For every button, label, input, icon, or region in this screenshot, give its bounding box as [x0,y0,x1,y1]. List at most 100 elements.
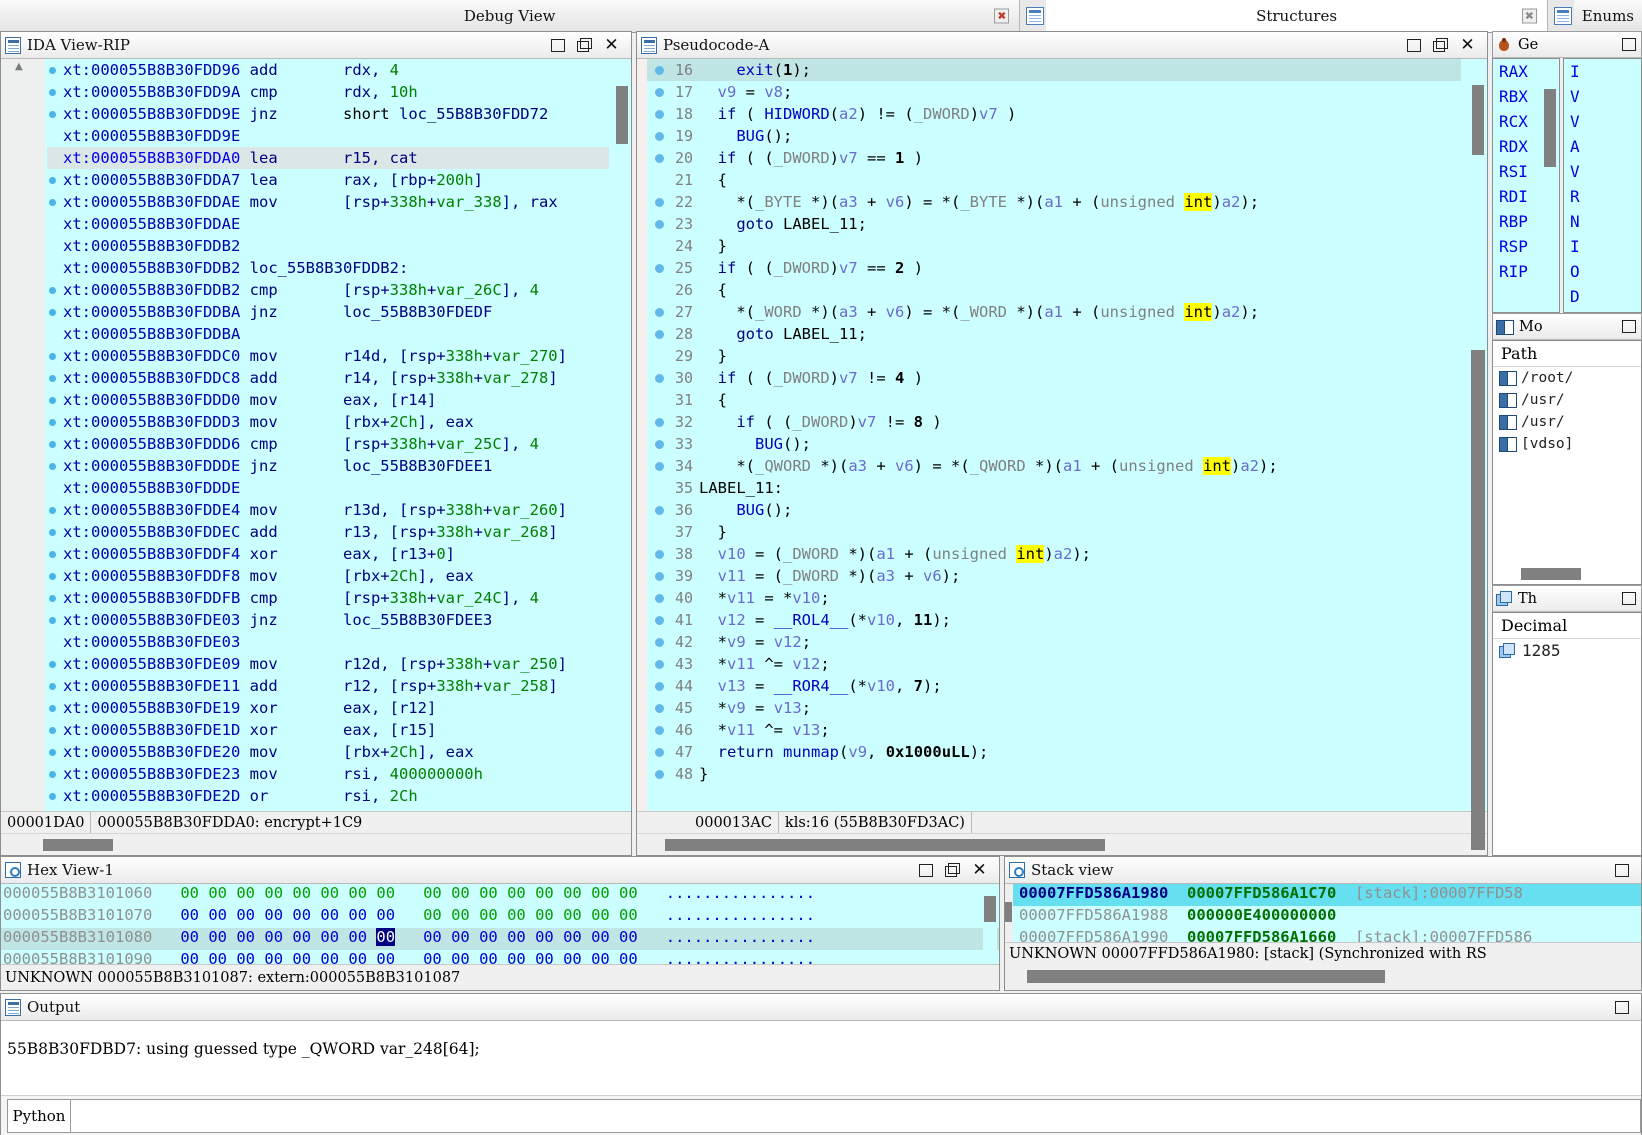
modules-titlebar[interactable]: Mo [1492,313,1642,340]
pseudocode-line[interactable]: *v11 ^= v12; [699,653,1461,675]
modules-minimize-icon[interactable] [1621,319,1636,334]
stack-view-minimize-icon[interactable] [1614,863,1629,878]
pseudocode-line[interactable]: v11 = (_DWORD *)(a3 + v6); [699,565,1461,587]
hex-view-maximize-icon[interactable] [945,862,960,878]
pseudocode-line[interactable]: if ( (_DWORD)v7 == 2 ) [699,257,1461,279]
pseudocode-gutter-row[interactable]: 20 [647,147,699,169]
register-row[interactable]: RDI [1493,184,1559,209]
python-mode-button[interactable]: Python [7,1098,71,1133]
pseudocode-breakpoint-icon[interactable] [655,88,664,97]
pseudocode-gutter-row[interactable]: 28 [647,323,699,345]
disassembly-body[interactable]: ▲ xt:000055B8B30FDD96 add rdx, 4 xt:00005… [1,59,631,811]
modules-hscroll-thumb[interactable] [1521,568,1581,580]
right-dock-scroll-thumb[interactable] [1471,350,1485,850]
pseudocode-line[interactable]: } [699,521,1461,543]
disassembly-line[interactable]: xt:000055B8B30FDDB2 cmp [rsp+338h+var_26… [47,279,609,301]
pseudocode-gutter-row[interactable]: 26 [647,279,699,301]
disassembly-line[interactable]: xt:000055B8B30FDDBA jnz loc_55B8B30FDEDF [47,301,609,323]
threads-body[interactable]: Decimal 1285 [1492,612,1642,856]
pseudocode-line[interactable]: { [699,169,1461,191]
ida-view-titlebar[interactable]: IDA View-RIP ✕ [1,32,631,59]
pseudocode-breakpoint-icon[interactable] [655,110,664,119]
pseudocode-line[interactable]: goto LABEL_11; [699,213,1461,235]
hex-view-titlebar[interactable]: Hex View-1 ✕ [1,857,999,884]
stack-view-titlebar[interactable]: Stack view [1005,857,1641,884]
disassembly-line[interactable]: xt:000055B8B30FDDDE [47,477,609,499]
pseudocode-gutter-row[interactable]: 39 [647,565,699,587]
pseudocode-breakpoint-icon[interactable] [655,264,664,273]
ida-view-maximize-icon[interactable] [577,37,592,53]
register-flag-row[interactable]: R [1564,184,1641,209]
disassembly-vertical-scrollbar[interactable] [615,61,629,809]
threads-row-list[interactable]: 1285 [1493,639,1641,661]
register-name-list[interactable]: RAX RBX RCX RDX RSI RDI RBP RSP RIP [1492,58,1560,313]
register-flag-row[interactable]: N [1564,209,1641,234]
disassembly-line[interactable]: xt:000055B8B30FDDC8 add r14, [rsp+338h+v… [47,367,609,389]
disassembly-line[interactable]: xt:000055B8B30FDDB2 [47,235,609,257]
pseudocode-line[interactable]: BUG(); [699,433,1461,455]
hex-row[interactable]: 000055B8B3101070 00 00 00 00 00 00 00 00… [1,906,999,928]
tab-enums[interactable]: Enums [1573,0,1642,32]
disassembly-hscroll-thumb[interactable] [43,839,113,851]
pseudocode-gutter-row[interactable]: 47 [647,741,699,763]
tab-structures[interactable]: Structures ✖ [1046,0,1548,32]
output-titlebar[interactable]: Output [1,994,1641,1021]
pseudocode-breakpoint-icon[interactable] [655,440,664,449]
stack-row[interactable]: 00007FFD586A1980 00007FFD586A1C70 [stack… [1013,884,1641,906]
disassembly-horizontal-scrollbar[interactable] [1,833,631,855]
threads-minimize-icon[interactable] [1621,591,1636,606]
disassembly-line[interactable]: xt:000055B8B30FDDD6 cmp [rsp+338h+var_25… [47,433,609,455]
pseudocode-breakpoint-icon[interactable] [655,462,664,471]
hex-row[interactable]: 000055B8B3101080 00 00 00 00 00 00 00 00… [1,928,999,950]
pseudocode-gutter-row[interactable]: 40 [647,587,699,609]
hex-row[interactable]: 000055B8B3101060 00 00 00 00 00 00 00 00… [1,884,999,906]
pseudocode-gutter-row[interactable]: 23 [647,213,699,235]
pseudocode-line[interactable]: *(_BYTE *)(a3 + v6) = *(_BYTE *)(a1 + (u… [699,191,1461,213]
disassembly-line[interactable]: xt:000055B8B30FDE11 add r12, [rsp+338h+v… [47,675,609,697]
pseudocode-gutter-row[interactable]: 48 [647,763,699,785]
register-flag-row[interactable]: I [1564,59,1641,84]
module-row[interactable]: /usr/ [1493,389,1641,411]
disassembly-line[interactable]: xt:000055B8B30FDDF8 mov [rbx+2Ch], eax [47,565,609,587]
disassembly-line[interactable]: xt:000055B8B30FDE1D xor eax, [r15] [47,719,609,741]
pseudocode-gutter-row[interactable]: 41 [647,609,699,631]
hex-view-vertical-scrollbar[interactable] [983,886,997,962]
disassembly-line[interactable]: xt:000055B8B30FDDA7 lea rax, [rbp+200h] [47,169,609,191]
register-flag-row[interactable]: V [1564,84,1641,109]
pseudocode-body[interactable]: 16 17 18 19 20 21 22 23 24 25 26 27 28 29 30 31 32 33 34 35… [637,59,1487,811]
pseudocode-gutter-row[interactable]: 24 [647,235,699,257]
pseudocode-breakpoint-icon[interactable] [655,330,664,339]
stack-view-hscroll-thumb[interactable] [1027,970,1385,983]
disassembly-line[interactable]: xt:000055B8B30FDE03 jnz loc_55B8B30FDEE3 [47,609,609,631]
pseudocode-gutter-row[interactable]: 27 [647,301,699,323]
pseudocode-line[interactable]: *(_WORD *)(a3 + v6) = *(_WORD *)(a1 + (u… [699,301,1461,323]
pseudocode-breakpoint-icon[interactable] [655,418,664,427]
disassembly-line[interactable]: xt:000055B8B30FDDE4 mov r13d, [rsp+338h+… [47,499,609,521]
pseudocode-gutter-row[interactable]: 25 [647,257,699,279]
pseudocode-minimize-icon[interactable] [1406,38,1421,53]
hex-view-close-icon[interactable]: ✕ [972,861,987,878]
pseudocode-breakpoint-icon[interactable] [655,704,664,713]
pseudocode-line[interactable]: v9 = v8; [699,81,1461,103]
pseudocode-line[interactable]: } [699,235,1461,257]
modules-body[interactable]: Path /root/ /usr/ /usr/ [vdso] [1492,340,1642,585]
hex-view-scroll-thumb[interactable] [984,896,996,922]
disassembly-line[interactable]: xt:000055B8B30FDE23 mov rsi, 400000000h [47,763,609,785]
pseudocode-gutter-row[interactable]: 38 [647,543,699,565]
disassembly-line[interactable]: xt:000055B8B30FDDAE [47,213,609,235]
disassembly-line[interactable]: xt:000055B8B30FDDA0 lea r15, cat [47,147,609,169]
pseudocode-maximize-icon[interactable] [1433,37,1448,53]
pseudocode-breakpoint-icon[interactable] [655,132,664,141]
disassembly-scroll-thumb[interactable] [616,86,628,144]
pseudocode-breakpoint-icon[interactable] [655,572,664,581]
pseudocode-breakpoint-icon[interactable] [655,308,664,317]
pseudocode-breakpoint-icon[interactable] [655,506,664,515]
register-row[interactable]: RIP [1493,259,1559,284]
thread-row[interactable]: 1285 [1493,639,1641,661]
pseudocode-line[interactable]: *v11 ^= v13; [699,719,1461,741]
pseudocode-line[interactable]: exit(1); [699,59,1461,81]
pseudocode-gutter-row[interactable]: 30 [647,367,699,389]
pseudocode-gutter-row[interactable]: 42 [647,631,699,653]
pseudocode-breakpoint-icon[interactable] [655,770,664,779]
threads-titlebar[interactable]: Th [1492,585,1642,612]
